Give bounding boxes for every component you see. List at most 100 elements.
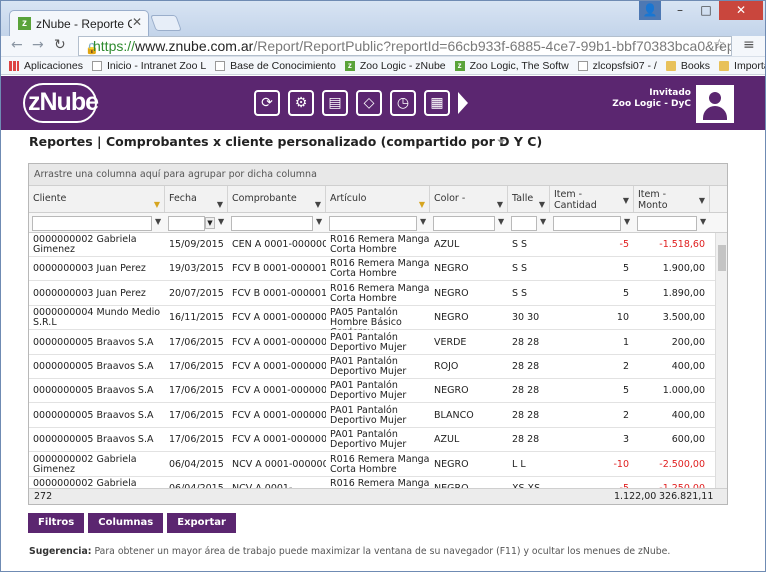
table-row[interactable]: 0000000003 Juan Perez 20/07/2015 FCV B 000…: [29, 282, 715, 306]
column-header[interactable]: Talle ▼: [508, 186, 550, 212]
bookmark-item[interactable]: z Zoo Logic - zNube: [344, 60, 446, 72]
table-row[interactable]: 0000000002 Gabriela Gimenez 06/04/2015 NCV…: [29, 453, 715, 477]
table-cell: 1: [622, 336, 629, 348]
column-filter-icon[interactable]: ▼: [154, 195, 160, 215]
filter-icon[interactable]: ⏷: [497, 135, 506, 149]
bookmark-item[interactable]: Inicio - Intranet Zoo L: [91, 60, 206, 72]
suggestion-label: Sugerencia:: [29, 546, 92, 557]
close-tab-icon[interactable]: ✕: [132, 15, 142, 29]
column-filter-input[interactable]: [32, 216, 152, 231]
table-cell: NCV A 0001-00000004: [232, 458, 326, 470]
znube-logo[interactable]: zNube: [28, 88, 99, 117]
column-filter-input[interactable]: [168, 216, 205, 231]
column-filter-input[interactable]: [553, 216, 621, 231]
reload-icon[interactable]: ↻: [54, 37, 66, 53]
table-row[interactable]: 0000000005 Braavos S.A 17/06/2015 FCV A 00…: [29, 379, 715, 404]
column-filter-icon[interactable]: ▼: [497, 195, 503, 215]
profile-icon[interactable]: 👤: [639, 1, 661, 20]
table-row[interactable]: 0000000005 Braavos S.A 17/06/2015 FCV A 00…: [29, 331, 715, 355]
column-header[interactable]: Color - Código▼: [430, 186, 508, 224]
table-cell: FCV A 0001-00000049: [232, 336, 326, 348]
action-buttons: Filtros Columnas Exportar: [28, 513, 240, 533]
date-picker-icon[interactable]: ▼: [205, 217, 215, 229]
column-filter-input[interactable]: [637, 216, 697, 231]
title-bar: z zNube - Reporte Compar ✕ 👤 – □ ✕: [1, 1, 765, 36]
column-header[interactable]: Comprobante ▼: [228, 186, 326, 212]
column-filter-input[interactable]: [511, 216, 537, 231]
bookmark-item[interactable]: Aplicaciones: [9, 60, 83, 72]
filter-funnel-icon[interactable]: ▼: [540, 217, 546, 226]
table-cell: 10: [616, 312, 629, 324]
maximize-button[interactable]: □: [693, 1, 719, 20]
table-cell: 15/09/2015: [169, 239, 224, 250]
column-header[interactable]: Cliente ▼: [29, 186, 165, 212]
bookmark-item[interactable]: Base de Conocimiento: [215, 60, 336, 72]
table-cell: 1.000,00: [662, 385, 705, 397]
table-row[interactable]: 0000000003 Juan Perez 19/03/2015 FCV B 000…: [29, 257, 715, 282]
column-filter-icon[interactable]: ▼: [699, 195, 705, 206]
url-bar[interactable]: 🔒 https://www.znube.com.ar/Report/Report…: [78, 36, 732, 56]
reports-icon[interactable]: ▤: [322, 90, 348, 116]
table-cell: 200,00: [671, 336, 705, 348]
column-filter-input[interactable]: [329, 216, 417, 231]
group-by-area[interactable]: Arrastre una columna aquí para agrupar p…: [29, 164, 727, 186]
column-header[interactable]: Artículo ▼: [326, 186, 430, 212]
bookmark-star-icon[interactable]: ☆: [713, 37, 726, 53]
page-icon: [577, 60, 588, 71]
table-row[interactable]: 0000000005 Braavos S.A 17/06/2015 FCV A 00…: [29, 355, 715, 379]
table-cell: NEGRO: [434, 263, 469, 275]
bookmark-item[interactable]: z Zoo Logic, The Softw: [454, 60, 569, 72]
cloud-settings-icon[interactable]: ⚙: [288, 90, 314, 116]
scroll-thumb[interactable]: [718, 245, 726, 271]
table-cell: 1.900,00: [662, 263, 705, 275]
table-cell: 06/04/2015: [169, 458, 224, 470]
close-window-button[interactable]: ✕: [719, 1, 763, 20]
table-cell: 5: [622, 385, 629, 397]
column-header[interactable]: Fecha ▼: [165, 186, 228, 212]
filter-funnel-icon[interactable]: ▼: [218, 217, 224, 226]
cube-icon[interactable]: ◇: [356, 90, 382, 116]
clock-icon[interactable]: ◷: [390, 90, 416, 116]
column-header-label: Cliente: [33, 193, 67, 204]
table-row[interactable]: 0000000005 Braavos S.A 17/06/2015 FCV A 00…: [29, 428, 715, 453]
new-tab-button[interactable]: [150, 15, 182, 31]
browser-menu-icon[interactable]: ≡: [743, 37, 755, 53]
avatar[interactable]: [696, 85, 734, 123]
bookmark-item[interactable]: zlcopsfsi07 - /: [577, 60, 657, 72]
minimize-button[interactable]: –: [667, 1, 693, 20]
bookmark-item[interactable]: Books: [665, 60, 710, 72]
bookmark-label: Importados: [734, 59, 765, 72]
column-filter-input[interactable]: [433, 216, 495, 231]
column-filter-icon[interactable]: ▼: [419, 195, 425, 215]
exportar-button[interactable]: Exportar: [167, 513, 236, 533]
filter-funnel-icon[interactable]: ▼: [700, 217, 706, 226]
browser-tab[interactable]: z zNube - Reporte Compar ✕: [9, 10, 149, 36]
forward-arrow-icon[interactable]: →: [32, 37, 44, 53]
users-cycle-icon[interactable]: ⟳: [254, 90, 280, 116]
back-arrow-icon[interactable]: ←: [11, 37, 23, 53]
column-filter-icon[interactable]: ▼: [217, 195, 223, 215]
filtros-button[interactable]: Filtros: [28, 513, 85, 533]
column-header[interactable]: Item - Monto ▼: [634, 186, 710, 212]
column-header[interactable]: Item - Cantidad ▼: [550, 186, 634, 212]
columnas-button[interactable]: Columnas: [88, 513, 164, 533]
table-row[interactable]: 0000000005 Braavos S.A 17/06/2015 FCV A 00…: [29, 404, 715, 428]
filter-funnel-icon[interactable]: ▼: [498, 217, 504, 226]
column-filter-input[interactable]: [231, 216, 313, 231]
column-filter-icon[interactable]: ▼: [315, 195, 321, 215]
next-arrow-icon[interactable]: [458, 92, 468, 114]
gift-icon[interactable]: ▦: [424, 90, 450, 116]
column-filter-icon[interactable]: ▼: [623, 195, 629, 206]
footer-qty-total: 1.122,00: [614, 491, 657, 502]
table-row[interactable]: 0000000002 Gabriela Gimenez 15/09/2015 CEN…: [29, 233, 715, 257]
filter-funnel-icon[interactable]: ▼: [624, 217, 630, 226]
column-header-label: Talle: [512, 193, 534, 204]
bookmark-item[interactable]: Importados: [719, 60, 765, 72]
filter-funnel-icon[interactable]: ▼: [155, 217, 161, 226]
filter-funnel-icon[interactable]: ▼: [420, 217, 426, 226]
vertical-scrollbar[interactable]: [715, 233, 727, 491]
apps-icon: [9, 60, 19, 71]
filter-funnel-icon[interactable]: ▼: [316, 217, 322, 226]
table-row[interactable]: 0000000004 Mundo Medio S.R.L 16/11/2015 FC…: [29, 306, 715, 331]
column-filter-icon[interactable]: ▼: [539, 195, 545, 215]
